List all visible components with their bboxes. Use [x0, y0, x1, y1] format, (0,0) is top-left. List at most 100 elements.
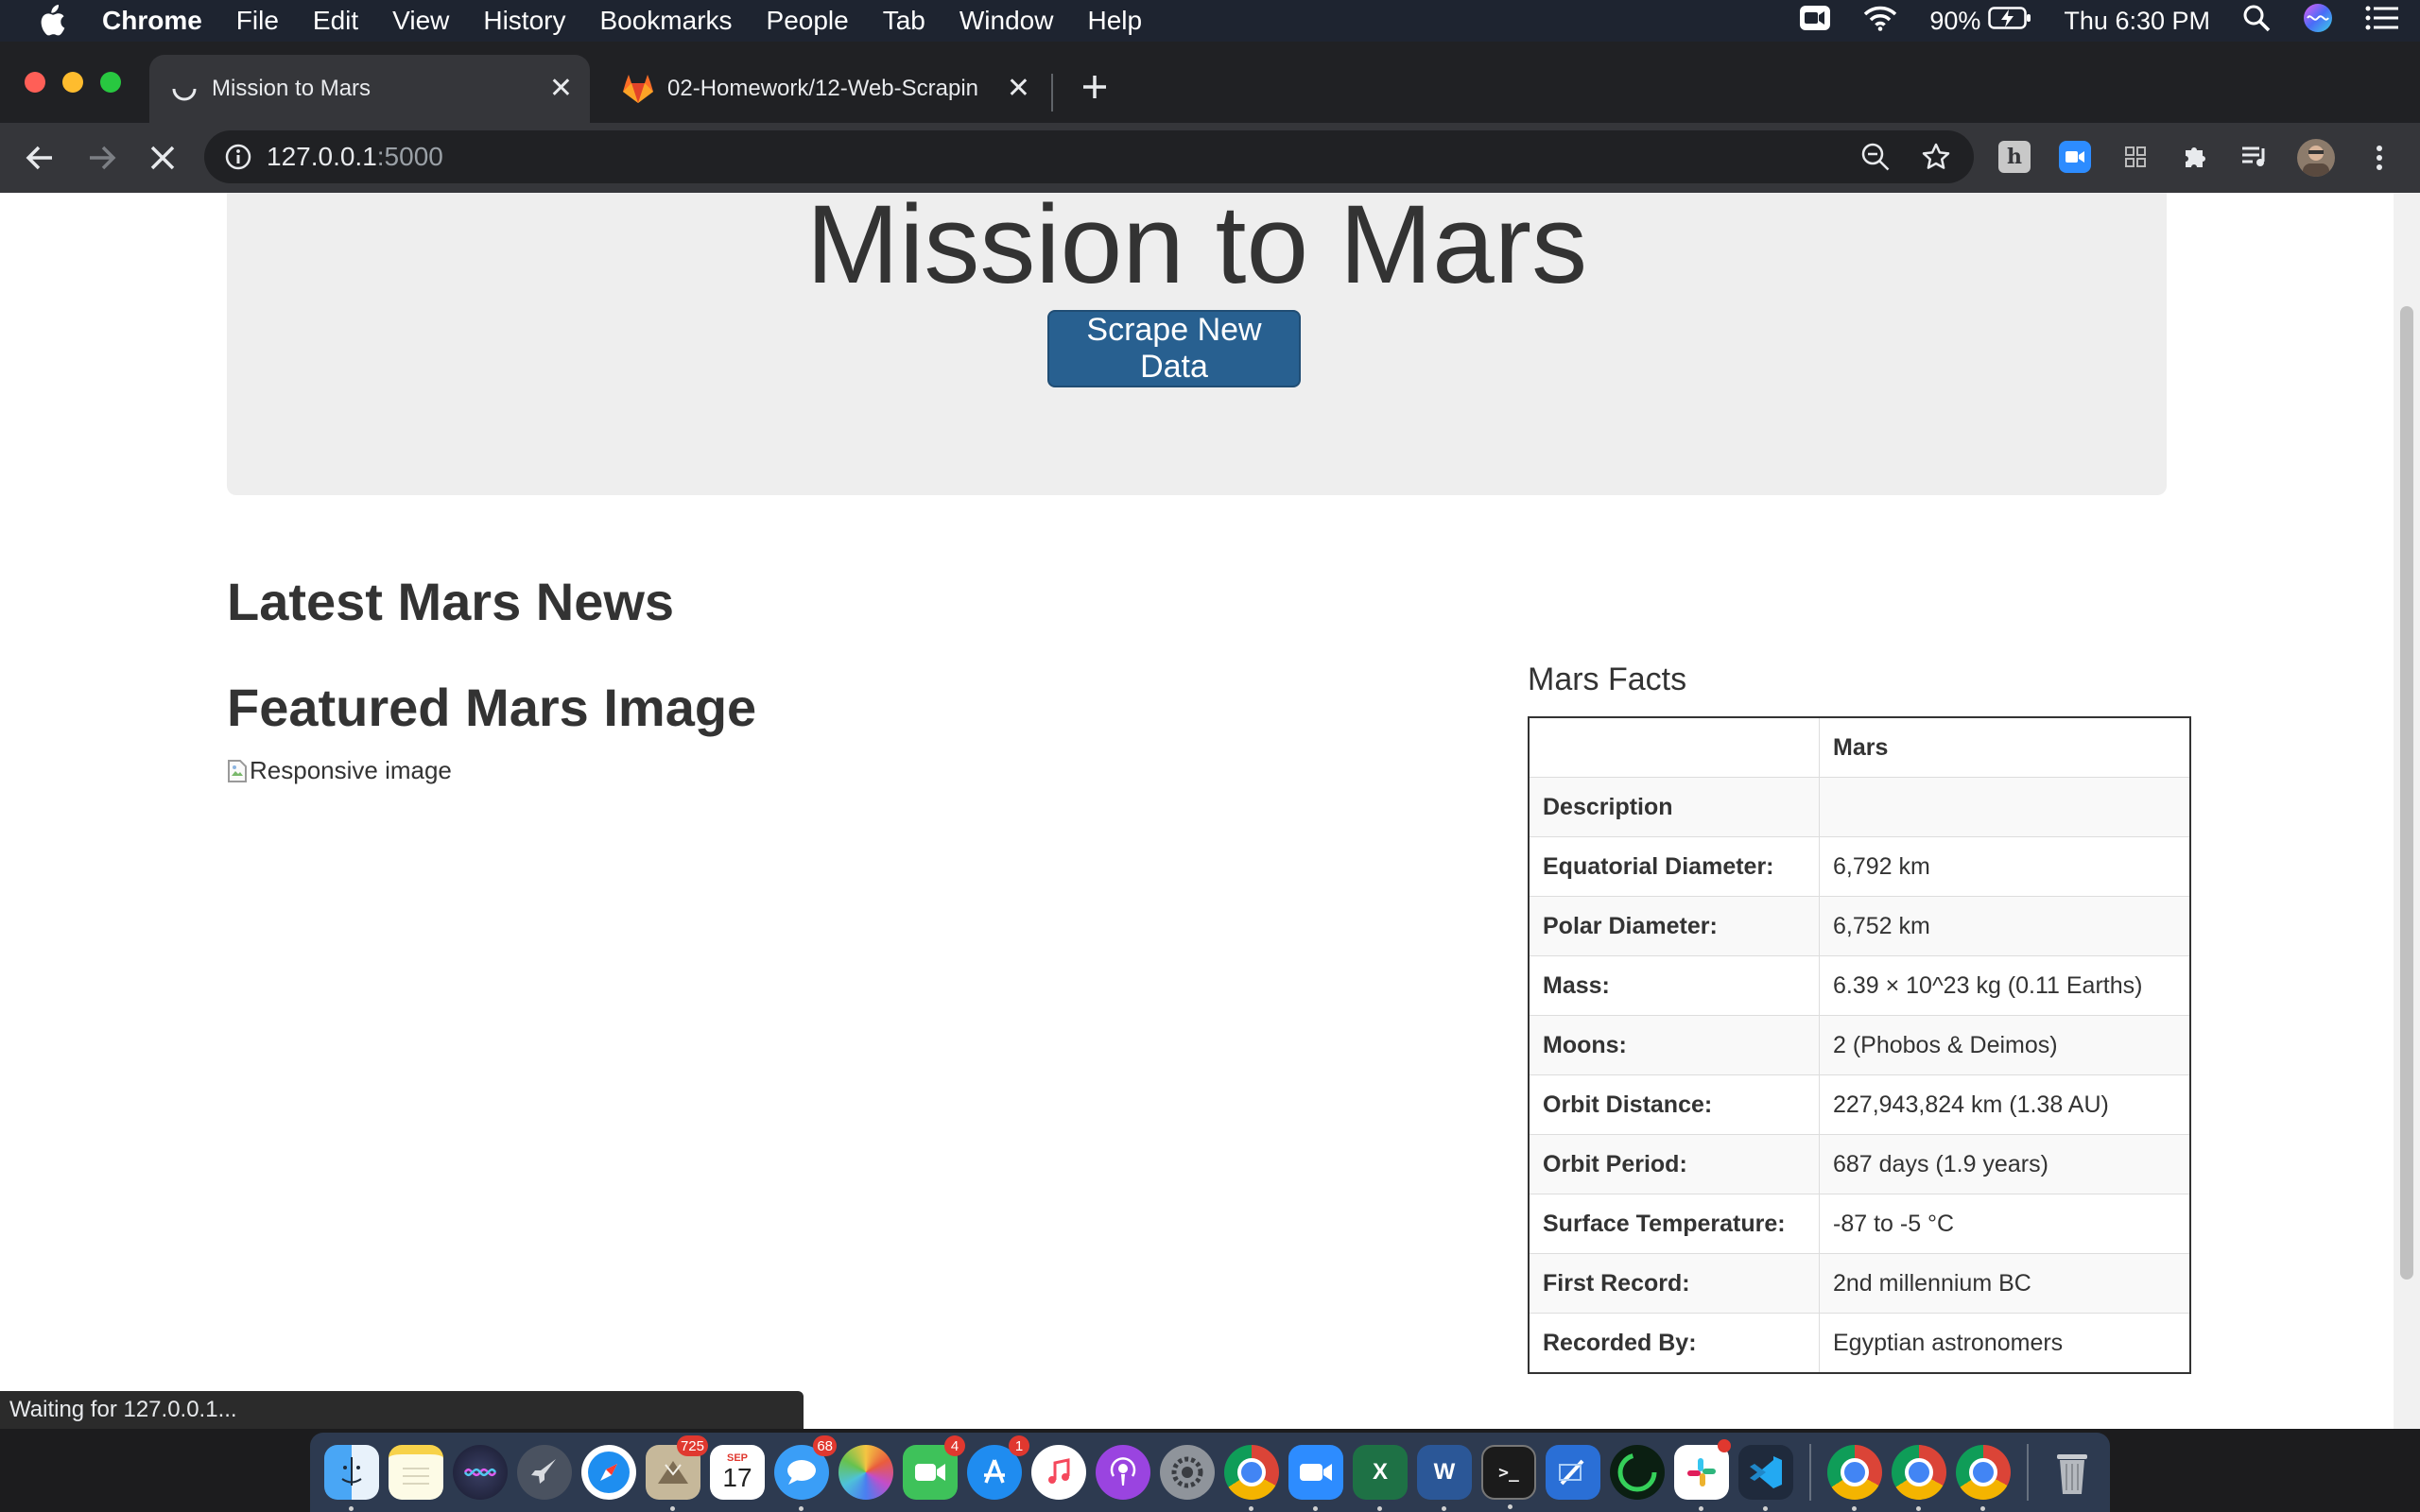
- chrome-window-icon[interactable]: [1892, 1445, 1946, 1511]
- podcasts-icon[interactable]: [1096, 1445, 1150, 1500]
- running-indicator: [1249, 1506, 1253, 1511]
- menu-window[interactable]: Window: [959, 6, 1054, 36]
- mars-facts-heading: Mars Facts: [1528, 662, 1687, 697]
- facetime-icon[interactable]: 4: [903, 1435, 965, 1500]
- fact-label: Description: [1528, 777, 1820, 837]
- tab-close-icon[interactable]: ✕: [1007, 75, 1030, 103]
- menu-help[interactable]: Help: [1087, 6, 1142, 36]
- notification-center-icon[interactable]: [2365, 6, 2399, 37]
- page-title: Mission to Mars: [805, 193, 1588, 307]
- site-info-icon[interactable]: [225, 144, 251, 170]
- loading-spinner-icon: [170, 75, 199, 103]
- fact-value: 6,792 km: [1819, 836, 2191, 897]
- zoom-video-icon[interactable]: [1799, 5, 1831, 38]
- terminal-icon[interactable]: >_: [1481, 1445, 1536, 1509]
- chrome-center: [1969, 1458, 1997, 1486]
- running-indicator: [1442, 1506, 1446, 1511]
- battery-percent: 90%: [1929, 6, 1981, 35]
- menu-people[interactable]: People: [767, 6, 849, 36]
- fact-label: Orbit Distance:: [1528, 1074, 1820, 1135]
- fact-value: 2 (Phobos & Deimos): [1819, 1015, 2191, 1075]
- table-header-cell: [1528, 716, 1820, 778]
- stop-loading-icon[interactable]: [144, 139, 182, 177]
- zoom-out-icon[interactable]: [1858, 140, 1893, 174]
- running-indicator: [1980, 1506, 1985, 1511]
- chrome-menu-icon[interactable]: [2365, 139, 2394, 177]
- activity-monitor-icon[interactable]: [1610, 1445, 1665, 1500]
- siri-icon[interactable]: [2303, 3, 2333, 40]
- app-store-icon[interactable]: 1: [967, 1435, 1029, 1500]
- zoom-extension-icon[interactable]: [2059, 141, 2091, 173]
- battery-charging-icon[interactable]: [1988, 6, 2031, 37]
- running-indicator: [1313, 1506, 1318, 1511]
- wifi-icon[interactable]: [1863, 5, 1897, 38]
- messages-icon[interactable]: 68: [774, 1435, 837, 1511]
- calendar-icon[interactable]: SEP 17: [710, 1445, 765, 1500]
- address-bar[interactable]: 127.0.0.1:5000: [204, 130, 1974, 183]
- extension-hub-icon[interactable]: h: [1998, 141, 2031, 173]
- finder-icon[interactable]: [324, 1445, 379, 1511]
- menu-tab[interactable]: Tab: [883, 6, 925, 36]
- tab-close-icon[interactable]: ✕: [549, 75, 573, 103]
- word-icon[interactable]: W: [1417, 1445, 1472, 1511]
- menu-history[interactable]: History: [483, 6, 565, 36]
- apple-menu-icon[interactable]: [38, 5, 66, 37]
- slack-icon[interactable]: [1674, 1439, 1731, 1511]
- chrome-window-icon[interactable]: [1956, 1445, 2011, 1511]
- menu-clock[interactable]: Thu 6:30 PM: [2064, 7, 2210, 36]
- trash-icon[interactable]: [2045, 1445, 2100, 1500]
- bookmark-star-icon[interactable]: [1919, 140, 1953, 174]
- xcode-icon[interactable]: [1546, 1445, 1600, 1500]
- menu-edit[interactable]: Edit: [313, 6, 358, 36]
- system-preferences-icon[interactable]: [1160, 1445, 1215, 1500]
- scrape-new-data-button[interactable]: Scrape New Data: [1047, 310, 1301, 387]
- minimize-window-button[interactable]: [62, 72, 83, 93]
- table-row: Mass: 6.39 × 10^23 kg (0.11 Earths): [1528, 955, 2191, 1016]
- spotlight-search-icon[interactable]: [2242, 4, 2271, 39]
- safari-icon[interactable]: [581, 1445, 636, 1500]
- media-controls-icon[interactable]: [2238, 141, 2271, 173]
- launchpad-icon[interactable]: [517, 1445, 572, 1500]
- chrome-window-icon[interactable]: [1827, 1445, 1882, 1511]
- fact-value: -87 to -5 °C: [1819, 1194, 2191, 1254]
- menu-view[interactable]: View: [392, 6, 449, 36]
- running-indicator: [799, 1506, 804, 1511]
- mail-icon[interactable]: 725: [646, 1435, 708, 1511]
- menu-bookmarks[interactable]: Bookmarks: [599, 6, 732, 36]
- table-row: Equatorial Diameter: 6,792 km: [1528, 836, 2191, 897]
- profile-avatar[interactable]: [2297, 139, 2335, 177]
- tab-homework[interactable]: 02-Homework/12-Web-Scrapin ✕: [605, 55, 1046, 123]
- photos-icon[interactable]: [838, 1445, 893, 1500]
- table-row: Description: [1528, 777, 2191, 837]
- dock-separator: [1809, 1444, 1811, 1501]
- close-window-button[interactable]: [25, 72, 45, 93]
- zoom-window-button[interactable]: [100, 72, 121, 93]
- tab-mission-to-mars[interactable]: Mission to Mars ✕: [149, 55, 590, 123]
- running-indicator: [1377, 1506, 1382, 1511]
- forward-arrow-icon[interactable]: [83, 139, 121, 177]
- extensions-puzzle-icon[interactable]: [2180, 141, 2212, 173]
- new-tab-icon[interactable]: [1076, 68, 1114, 106]
- page-scrollbar[interactable]: [2394, 193, 2420, 1429]
- grid-extension-icon[interactable]: [2119, 141, 2152, 173]
- browser-toolbar: 127.0.0.1:5000 h: [0, 123, 2420, 193]
- zoom-app-icon[interactable]: [1288, 1445, 1343, 1511]
- gitlab-icon: [622, 74, 654, 104]
- featured-image-heading: Featured Mars Image: [227, 678, 757, 737]
- notes-icon[interactable]: [389, 1445, 443, 1500]
- dock-separator: [2027, 1444, 2029, 1501]
- running-indicator: [1763, 1506, 1768, 1511]
- fact-label: Recorded By:: [1528, 1313, 1820, 1374]
- vscode-icon[interactable]: [1738, 1445, 1793, 1511]
- scrollbar-thumb[interactable]: [2400, 306, 2413, 1280]
- chrome-center: [1905, 1458, 1933, 1486]
- chrome-dock-icon[interactable]: [1224, 1445, 1279, 1511]
- music-icon[interactable]: [1031, 1445, 1086, 1500]
- excel-icon[interactable]: X: [1353, 1445, 1408, 1511]
- running-indicator: [1852, 1506, 1857, 1511]
- terminal-prompt-icon: >_: [1498, 1462, 1519, 1483]
- menu-file[interactable]: File: [236, 6, 279, 36]
- siri-dock-icon[interactable]: [453, 1445, 508, 1500]
- back-arrow-icon[interactable]: [21, 139, 59, 177]
- menu-app-name[interactable]: Chrome: [102, 6, 202, 36]
